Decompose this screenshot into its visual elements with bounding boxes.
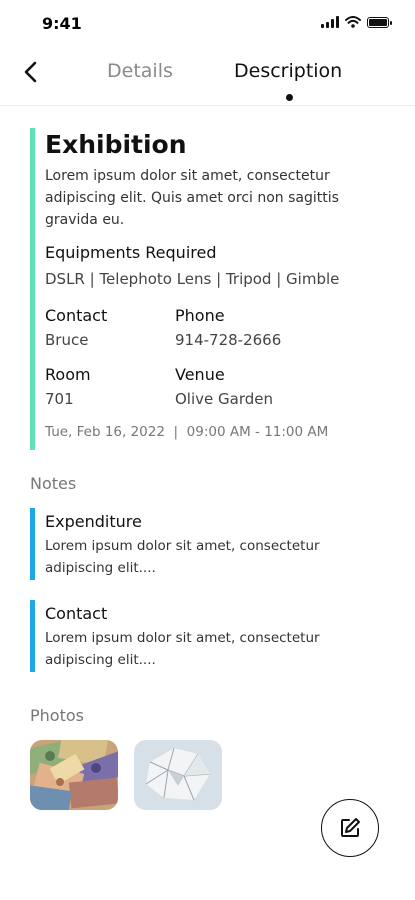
edit-button[interactable] (321, 799, 379, 857)
event-card: Exhibition Lorem ipsum dolor sit amet, c… (30, 128, 380, 450)
contact-value: Bruce (45, 331, 89, 349)
contact-label: Contact (45, 306, 108, 325)
phone-label: Phone (175, 306, 225, 325)
equipments-list: DSLR | Telephoto Lens | Tripod | Gimble (45, 270, 340, 288)
event-description: Lorem ipsum dolor sit amet, consectetur … (45, 168, 339, 228)
venue-value: Olive Garden (175, 390, 273, 408)
note-body: Lorem ipsum dolor sit amet, consectetur … (45, 630, 320, 668)
note-title: Expenditure (45, 512, 142, 531)
tab-details[interactable]: Details (107, 60, 173, 82)
phone-value[interactable]: 914-728-2666 (175, 331, 355, 349)
note-card[interactable]: Contact Lorem ipsum dolor sit amet, cons… (30, 600, 370, 672)
event-info-grid: Contact Phone Bruce 914-728-2666 Room Ve… (45, 296, 380, 408)
note-card[interactable]: Expenditure Lorem ipsum dolor sit amet, … (30, 508, 370, 580)
banknotes-photo[interactable] (30, 740, 118, 810)
edit-icon (341, 818, 360, 837)
crumpled-paper-photo[interactable] (134, 740, 222, 810)
status-bar: 9:41 (0, 0, 415, 46)
battery-icon (367, 16, 392, 28)
wifi-icon (345, 16, 361, 28)
note-body: Lorem ipsum dolor sit amet, consectetur … (45, 538, 320, 576)
event-title: Exhibition (45, 130, 187, 159)
back-button[interactable] (18, 58, 46, 86)
equipments-label: Equipments Required (45, 243, 217, 262)
tab-description[interactable]: Description (234, 60, 342, 82)
notes-heading: Notes (30, 474, 77, 493)
top-navigation: Details Description (0, 46, 415, 106)
signal-icon (321, 16, 339, 28)
chevron-left-icon (24, 61, 37, 83)
event-datetime: Tue, Feb 16, 2022 | 09:00 AM - 11:00 AM (45, 424, 329, 440)
room-value: 701 (45, 390, 74, 408)
status-icons (321, 16, 392, 28)
venue-label: Venue (175, 365, 225, 384)
note-title: Contact (45, 604, 108, 623)
status-time: 9:41 (42, 14, 82, 33)
photos-heading: Photos (30, 706, 84, 725)
active-tab-indicator (286, 94, 293, 101)
room-label: Room (45, 365, 91, 384)
